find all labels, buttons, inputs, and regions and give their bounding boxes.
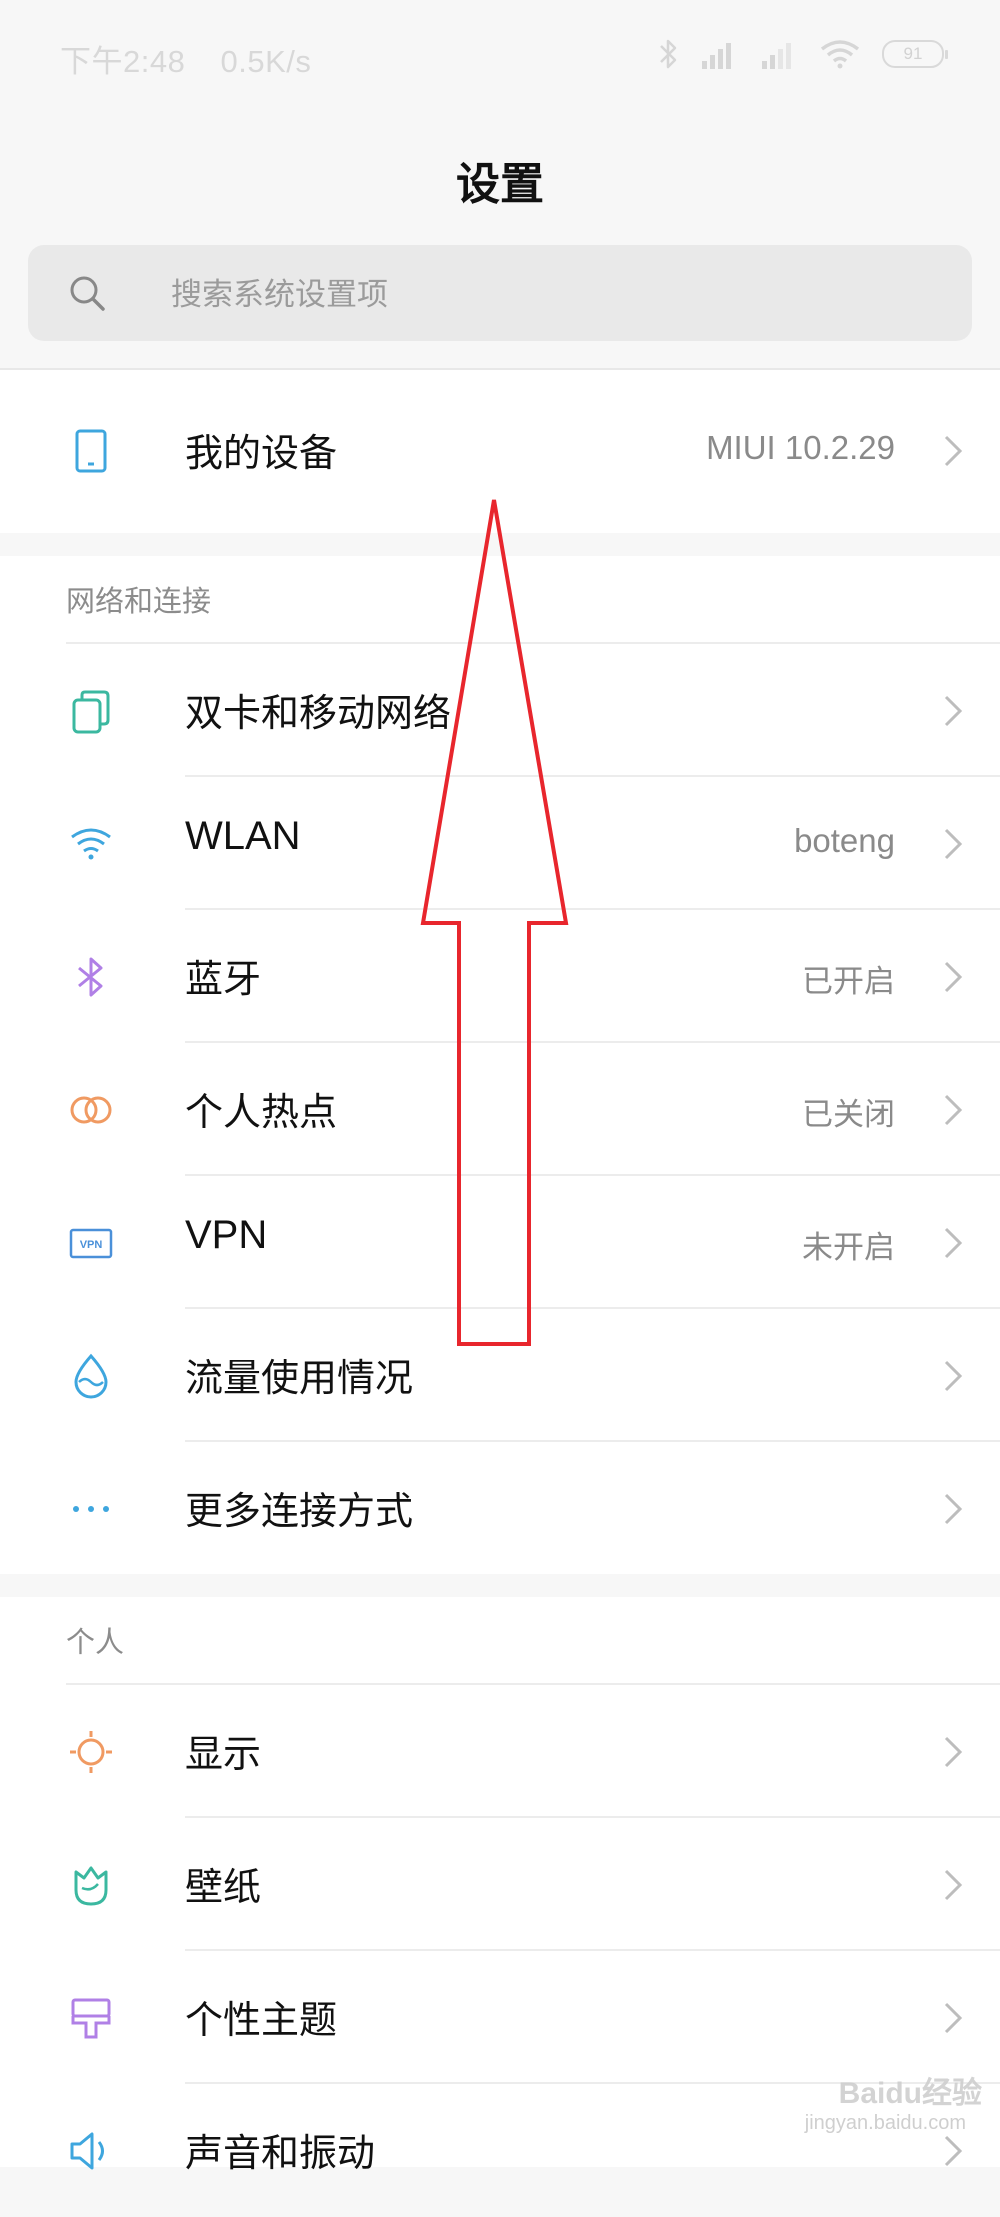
row-value: MIUI 10.2.29	[706, 429, 895, 466]
status-bar: 下午2:48 0.5K/s 91	[0, 0, 1000, 110]
row-hotspot[interactable]: 个人热点 已关闭	[0, 1043, 1000, 1176]
row-label: 流量使用情况	[185, 1356, 414, 1400]
search-icon	[70, 276, 105, 311]
row-more-connections[interactable]: 更多连接方式	[0, 1442, 1000, 1575]
row-theme[interactable]: 个性主题	[0, 1951, 1000, 2084]
row-label: 双卡和移动网络	[185, 691, 452, 735]
chevron-right-icon	[944, 435, 963, 467]
watermark-url: jingyan.baidu.com	[804, 2112, 966, 2134]
status-net-speed: 0.5K/s	[220, 44, 312, 79]
row-label: 声音和振动	[185, 2131, 376, 2175]
wallpaper-tulip-icon	[74, 1866, 108, 1906]
status-left: 下午2:48 0.5K/s	[60, 36, 337, 81]
row-value: 已开启	[802, 964, 895, 1000]
row-label: 我的设备	[185, 431, 338, 475]
row-label: VPN	[185, 1213, 268, 1257]
row-value: boteng	[794, 822, 895, 859]
sim-card-icon	[72, 690, 110, 734]
display-sun-icon	[70, 1731, 112, 1773]
row-label: 个人热点	[185, 1090, 338, 1134]
theme-brush-icon	[71, 1998, 111, 2039]
chevron-right-icon	[944, 1094, 963, 1126]
chevron-right-icon	[944, 961, 963, 993]
chevron-right-icon	[944, 1493, 963, 1525]
phone-device-icon	[75, 429, 107, 473]
row-vpn[interactable]: VPN VPN 未开启	[0, 1176, 1000, 1309]
row-label: 更多连接方式	[185, 1489, 414, 1533]
status-icons: 91	[658, 36, 948, 72]
chevron-right-icon	[944, 1360, 963, 1392]
row-wlan[interactable]: WLAN boteng	[0, 777, 1000, 910]
chevron-right-icon	[944, 1869, 963, 1901]
row-my-device[interactable]: 我的设备 MIUI 10.2.29	[0, 384, 1000, 517]
divider	[0, 368, 1000, 370]
row-data-usage[interactable]: 流量使用情况	[0, 1309, 1000, 1442]
bluetooth-status-icon	[660, 39, 677, 69]
chevron-right-icon	[944, 1736, 963, 1768]
more-dots-icon	[73, 1506, 109, 1512]
chevron-right-icon	[944, 828, 963, 860]
row-label: 显示	[185, 1732, 262, 1776]
row-label: 壁纸	[185, 1865, 262, 1909]
row-label: 蓝牙	[185, 957, 262, 1001]
svg-text:VPN: VPN	[80, 1239, 103, 1251]
battery-indicator: 91	[882, 40, 948, 68]
chevron-right-icon	[944, 2002, 963, 2034]
row-label: WLAN	[185, 814, 301, 858]
sound-speaker-icon	[70, 2132, 104, 2170]
section-header-network: 网络和连接	[66, 584, 212, 618]
chevron-right-icon	[944, 2135, 963, 2167]
page-title: 设置	[456, 159, 544, 210]
network-section: 网络和连接 双卡和移动网络 WLAN boteng 蓝牙 已开启 个人热点 已关…	[0, 556, 1000, 1574]
signal-icon-sim2	[762, 43, 791, 69]
chevron-right-icon	[944, 695, 963, 727]
bluetooth-icon	[78, 957, 103, 997]
hotspot-icon	[70, 1096, 112, 1124]
row-value: 已关闭	[802, 1097, 895, 1133]
row-value: 未开启	[802, 1230, 895, 1266]
row-wallpaper[interactable]: 壁纸	[0, 1818, 1000, 1951]
row-display[interactable]: 显示	[0, 1685, 1000, 1818]
my-device-card: 我的设备 MIUI 10.2.29	[0, 368, 1000, 533]
chevron-right-icon	[944, 1227, 963, 1259]
vpn-icon: VPN	[69, 1228, 113, 1259]
watermark-logo: Baidu经验	[838, 2077, 982, 2110]
search-input[interactable]: 搜索系统设置项	[28, 245, 972, 341]
row-label: 个性主题	[185, 1998, 338, 2042]
wifi-icon	[71, 828, 111, 860]
signal-icon-sim1	[702, 43, 731, 69]
row-dual-sim[interactable]: 双卡和移动网络	[0, 644, 1000, 777]
section-header-personal: 个人	[66, 1625, 125, 1659]
wifi-status-icon	[820, 40, 860, 69]
search-placeholder: 搜索系统设置项	[171, 277, 388, 313]
row-bluetooth[interactable]: 蓝牙 已开启	[0, 910, 1000, 1043]
data-usage-icon	[74, 1353, 108, 1399]
status-time: 下午2:48	[60, 44, 186, 79]
